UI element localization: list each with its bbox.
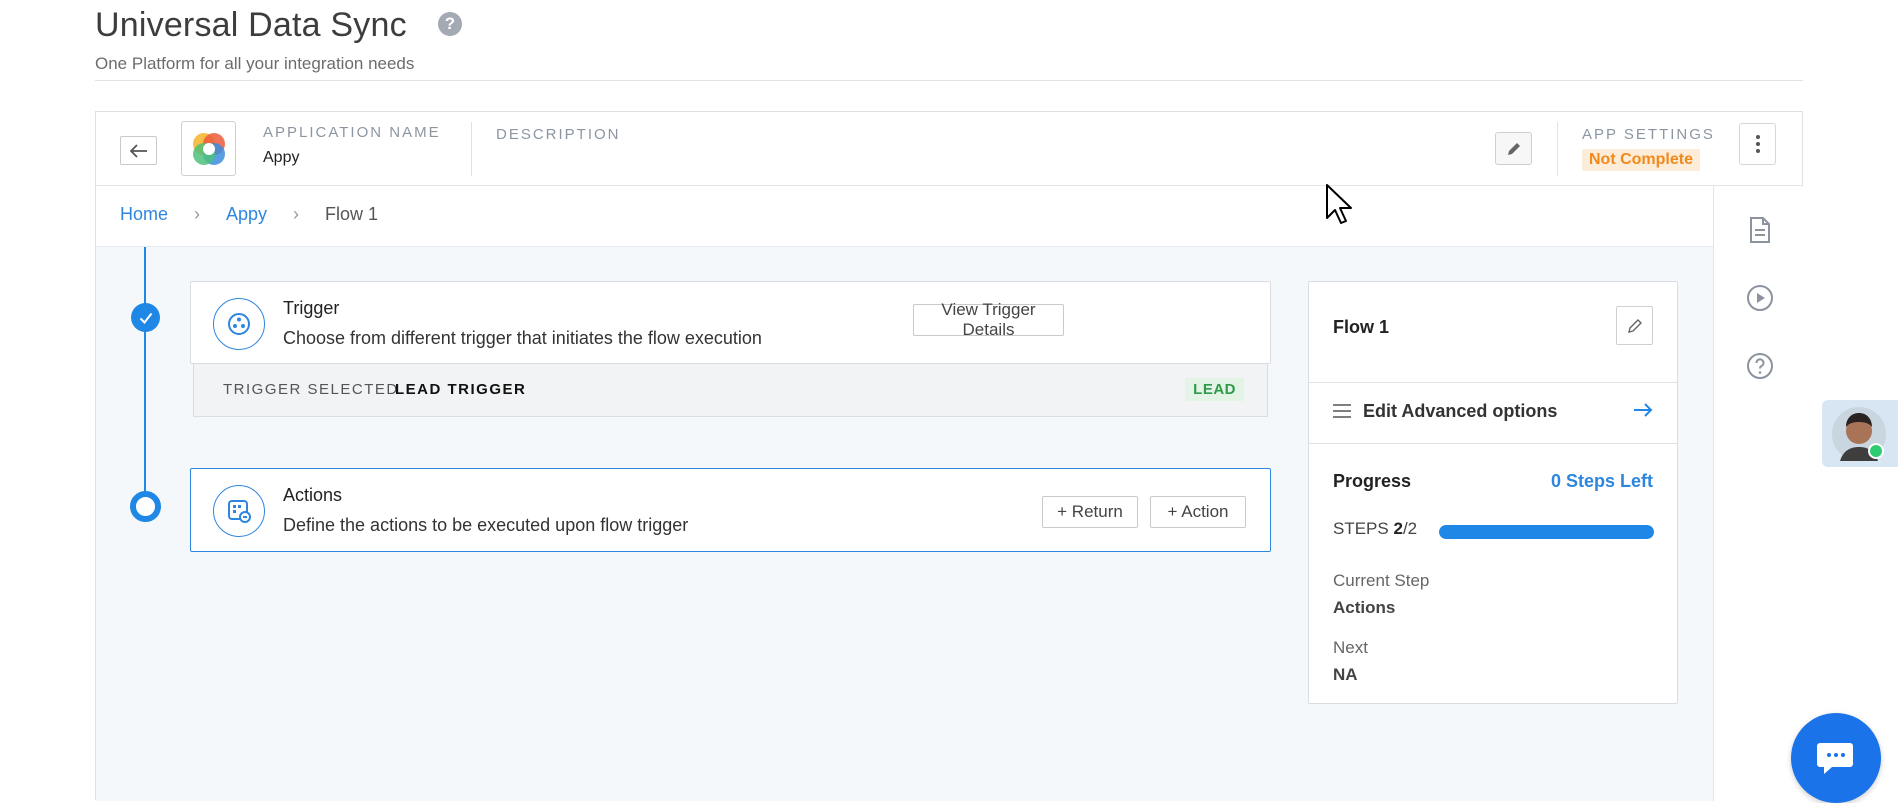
next-step-label: Next bbox=[1333, 638, 1368, 657]
step-current-indicator bbox=[130, 491, 161, 522]
trigger-card[interactable]: Trigger Choose from different trigger th… bbox=[190, 281, 1271, 364]
pencil-icon bbox=[1627, 318, 1642, 333]
mouse-cursor-icon bbox=[1326, 184, 1352, 224]
menu-icon bbox=[1333, 404, 1351, 418]
steps-left: 0 Steps Left bbox=[1550, 471, 1653, 491]
chevron-right-icon: › bbox=[293, 204, 300, 224]
steps-total: /2 bbox=[1402, 519, 1418, 538]
description-label: DESCRIPTION bbox=[496, 126, 621, 143]
support-agent-avatar[interactable] bbox=[1822, 400, 1898, 467]
trigger-selected-value: LEAD TRIGGER bbox=[395, 381, 527, 398]
actions-description: Define the actions to be executed upon f… bbox=[283, 515, 689, 535]
app-settings-status-badge[interactable]: Not Complete bbox=[1582, 149, 1700, 171]
edit-application-button[interactable] bbox=[1495, 132, 1532, 165]
trigger-title: Trigger bbox=[283, 298, 340, 318]
trigger-description: Choose from different trigger that initi… bbox=[283, 328, 762, 348]
progress-title: Progress bbox=[1333, 471, 1412, 491]
arrow-left-icon bbox=[129, 143, 147, 158]
timeline-line bbox=[144, 247, 146, 510]
current-step-label: Current Step bbox=[1333, 571, 1430, 590]
app-logo bbox=[181, 121, 236, 176]
trigger-selected-label: TRIGGER SELECTED bbox=[223, 381, 399, 398]
trigger-icon bbox=[213, 298, 265, 350]
breadcrumb: Home › Appy › Flow 1 bbox=[120, 204, 378, 225]
application-bar: APPLICATION NAME Appy DESCRIPTION APP SE… bbox=[96, 112, 1802, 186]
page-title: Universal Data Sync bbox=[95, 6, 407, 44]
actions-card[interactable]: Actions Define the actions to be execute… bbox=[190, 468, 1271, 552]
edit-advanced-options-label: Edit Advanced options bbox=[1363, 401, 1558, 421]
application-name-value: Appy bbox=[263, 149, 300, 166]
steps-done: 2 bbox=[1393, 519, 1403, 538]
check-icon bbox=[139, 312, 152, 324]
document-icon[interactable] bbox=[1746, 216, 1774, 244]
progress-bar bbox=[1439, 525, 1654, 539]
progress-section: Progress 0 Steps Left STEPS 2/2 Current … bbox=[1309, 443, 1677, 705]
page-subtitle: One Platform for all your integration ne… bbox=[95, 54, 415, 73]
chat-launcher-button[interactable] bbox=[1791, 713, 1881, 803]
play-circle-icon[interactable] bbox=[1746, 284, 1774, 312]
breadcrumb-app[interactable]: Appy bbox=[226, 204, 267, 225]
help-icon[interactable]: ? bbox=[438, 12, 462, 36]
trigger-selected-strip: TRIGGER SELECTED LEAD TRIGGER LEAD bbox=[193, 364, 1268, 417]
back-button[interactable] bbox=[120, 136, 157, 165]
lead-badge: LEAD bbox=[1185, 378, 1244, 401]
current-step-value: Actions bbox=[1333, 598, 1396, 617]
add-return-button[interactable]: + Return bbox=[1042, 496, 1138, 528]
right-rail bbox=[1713, 186, 1803, 801]
edit-flow-button[interactable] bbox=[1616, 306, 1653, 345]
view-trigger-details-button[interactable]: View Trigger Details bbox=[913, 300, 1064, 339]
edit-advanced-options-row[interactable]: Edit Advanced options bbox=[1309, 382, 1677, 443]
breadcrumb-home[interactable]: Home bbox=[120, 204, 168, 225]
chat-bubble-icon bbox=[1817, 743, 1853, 774]
add-action-button[interactable]: + Action bbox=[1150, 496, 1246, 528]
app-logo-icon bbox=[192, 132, 225, 165]
divider bbox=[1557, 122, 1558, 176]
question-circle-icon[interactable] bbox=[1746, 352, 1774, 380]
application-name-label: APPLICATION NAME bbox=[263, 124, 441, 141]
kebab-menu-icon bbox=[1755, 135, 1760, 153]
pencil-icon bbox=[1507, 142, 1520, 155]
app-settings-label: APP SETTINGS bbox=[1582, 126, 1715, 143]
divider bbox=[471, 122, 472, 176]
flow-details-panel: Flow 1 Edit Advanced options Progress 0 … bbox=[1308, 281, 1678, 704]
actions-title: Actions bbox=[283, 485, 343, 505]
page-header: Universal Data Sync ? One Platform for a… bbox=[95, 0, 1803, 81]
step-complete-indicator bbox=[131, 303, 160, 332]
application-panel: APPLICATION NAME Appy DESCRIPTION APP SE… bbox=[95, 111, 1803, 801]
avatar-icon bbox=[1832, 406, 1886, 461]
arrow-right-icon bbox=[1634, 403, 1653, 417]
next-step-value: NA bbox=[1333, 665, 1358, 684]
breadcrumb-current: Flow 1 bbox=[325, 204, 379, 224]
flow-canvas: Trigger Choose from different trigger th… bbox=[96, 246, 1713, 801]
steps-count: STEPS 2/2 bbox=[1333, 519, 1417, 539]
more-options-button[interactable] bbox=[1739, 123, 1776, 165]
chevron-right-icon: › bbox=[194, 204, 201, 224]
flow-name: Flow 1 bbox=[1333, 317, 1390, 337]
actions-icon bbox=[213, 485, 265, 537]
progress-bar-fill bbox=[1439, 525, 1654, 539]
steps-label: STEPS bbox=[1333, 519, 1389, 538]
